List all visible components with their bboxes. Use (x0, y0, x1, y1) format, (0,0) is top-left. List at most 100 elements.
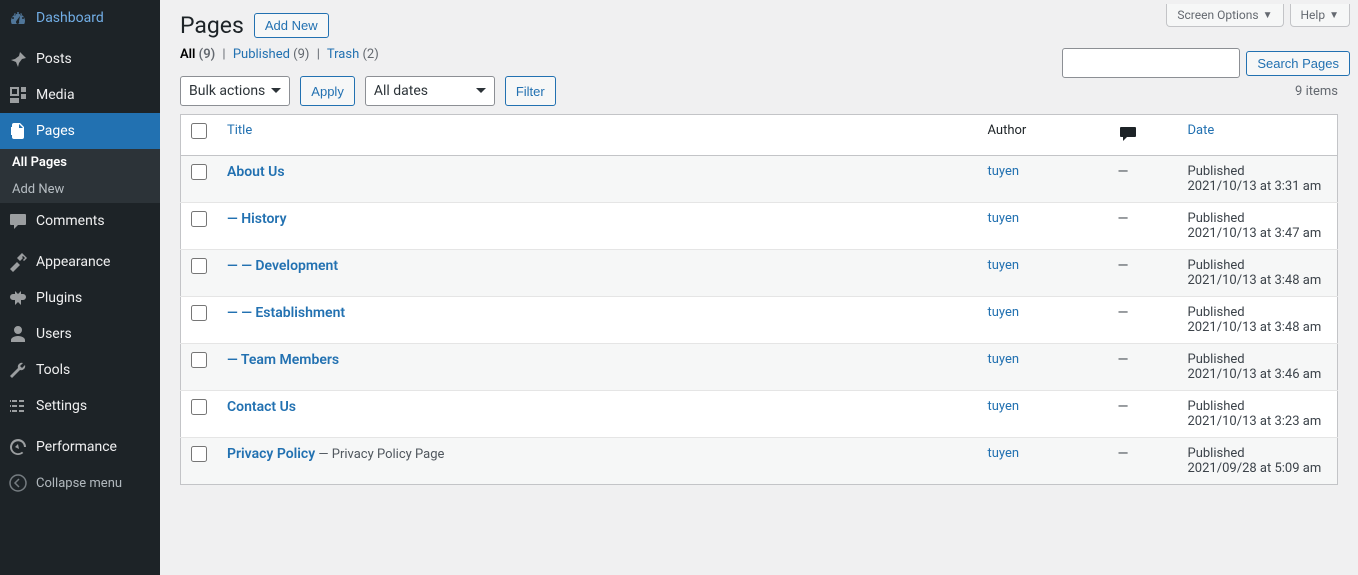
sidebar-item-dashboard[interactable]: Dashboard (0, 0, 160, 36)
comment-count: — (1108, 391, 1178, 438)
sidebar-label: Performance (36, 439, 117, 455)
author-link[interactable]: tuyen (988, 446, 1020, 461)
page-title-link[interactable]: — Team Members (227, 352, 339, 368)
row-checkbox[interactable] (191, 305, 207, 321)
sidebar-label: Pages (36, 123, 75, 139)
users-icon (8, 324, 28, 344)
screen-options-tab[interactable]: Screen Options▼ (1166, 4, 1283, 27)
filter-button[interactable]: Filter (505, 76, 556, 106)
row-checkbox[interactable] (191, 258, 207, 274)
pages-icon (8, 121, 28, 141)
comments-icon (8, 211, 28, 231)
sidebar-label: Appearance (36, 254, 110, 270)
author-link[interactable]: tuyen (988, 211, 1020, 226)
sidebar-label: Users (36, 326, 72, 342)
bulk-actions-select[interactable]: Bulk actions (180, 76, 290, 106)
comment-count: — (1108, 156, 1178, 203)
sidebar-label: Tools (36, 362, 70, 378)
select-all-header (181, 115, 218, 156)
dashboard-icon (8, 8, 28, 28)
sidebar-item-users[interactable]: Users (0, 316, 160, 352)
sidebar-item-performance[interactable]: Performance (0, 429, 160, 465)
author-link[interactable]: tuyen (988, 305, 1020, 320)
filter-published[interactable]: Published (9) (233, 47, 310, 62)
column-comments[interactable] (1108, 115, 1178, 156)
row-checkbox[interactable] (191, 164, 207, 180)
sidebar-item-posts[interactable]: Posts (0, 41, 160, 77)
sidebar-item-media[interactable]: Media (0, 77, 160, 113)
sidebar-label: Dashboard (36, 10, 104, 26)
page-title-link[interactable]: Contact Us (227, 399, 296, 415)
page-title: Pages (180, 12, 244, 39)
page-title-link[interactable]: — History (227, 211, 287, 227)
comment-count: — (1108, 438, 1178, 485)
comment-count: — (1108, 344, 1178, 391)
tablenav-top: Bulk actions Apply All dates Filter 9 it… (160, 72, 1358, 114)
admin-sidebar: Dashboard Posts Media Pages All Pages Ad… (0, 0, 160, 575)
date-cell: Published2021/10/13 at 3:23 am (1178, 391, 1338, 438)
row-checkbox[interactable] (191, 352, 207, 368)
sidebar-item-comments[interactable]: Comments (0, 203, 160, 239)
row-checkbox[interactable] (191, 211, 207, 227)
filter-all[interactable]: All (9) (180, 47, 215, 62)
date-cell: Published2021/09/28 at 5:09 am (1178, 438, 1338, 485)
table-row: — Team Members tuyen — Published2021/10/… (181, 344, 1338, 391)
search-area: Search Pages (1062, 48, 1350, 78)
sidebar-item-settings[interactable]: Settings (0, 388, 160, 424)
sidebar-label: Posts (36, 51, 72, 67)
author-link[interactable]: tuyen (988, 399, 1020, 414)
date-cell: Published2021/10/13 at 3:48 am (1178, 297, 1338, 344)
author-link[interactable]: tuyen (988, 352, 1020, 367)
table-row: — — Development tuyen — Published2021/10… (181, 250, 1338, 297)
author-link[interactable]: tuyen (988, 258, 1020, 273)
all-dates-select[interactable]: All dates (365, 76, 495, 106)
plugins-icon (8, 288, 28, 308)
select-all-checkbox[interactable] (191, 123, 207, 139)
performance-icon (8, 437, 28, 457)
collapse-label: Collapse menu (36, 476, 122, 491)
page-title-link[interactable]: — — Development (227, 258, 338, 274)
help-tab[interactable]: Help▼ (1290, 4, 1351, 27)
sidebar-item-plugins[interactable]: Plugins (0, 280, 160, 316)
comment-count: — (1108, 297, 1178, 344)
submenu-add-new[interactable]: Add New (0, 176, 160, 203)
submenu-all-pages[interactable]: All Pages (0, 149, 160, 176)
settings-icon (8, 396, 28, 416)
sidebar-item-appearance[interactable]: Appearance (0, 244, 160, 280)
row-checkbox[interactable] (191, 399, 207, 415)
media-icon (8, 85, 28, 105)
appearance-icon (8, 252, 28, 272)
author-link[interactable]: tuyen (988, 164, 1020, 179)
table-row: Privacy Policy — Privacy Policy Page tuy… (181, 438, 1338, 485)
page-title-link[interactable]: Privacy Policy (227, 446, 315, 462)
search-input[interactable] (1062, 48, 1240, 78)
page-title-suffix: — Privacy Policy Page (315, 447, 444, 462)
date-cell: Published2021/10/13 at 3:46 am (1178, 344, 1338, 391)
pin-icon (8, 49, 28, 69)
sidebar-label: Comments (36, 213, 105, 229)
comments-icon (1118, 123, 1138, 143)
column-title[interactable]: Title (217, 115, 978, 156)
sidebar-item-tools[interactable]: Tools (0, 352, 160, 388)
date-cell: Published2021/10/13 at 3:47 am (1178, 203, 1338, 250)
page-title-link[interactable]: — — Establishment (227, 305, 345, 321)
apply-button[interactable]: Apply (300, 76, 355, 106)
comment-count: — (1108, 203, 1178, 250)
top-tabs: Screen Options▼ Help▼ (1166, 4, 1350, 27)
column-date[interactable]: Date (1178, 115, 1338, 156)
filter-trash[interactable]: Trash (2) (327, 47, 379, 62)
tools-icon (8, 360, 28, 380)
row-checkbox[interactable] (191, 446, 207, 462)
table-row: About Us tuyen — Published2021/10/13 at … (181, 156, 1338, 203)
comment-count: — (1108, 250, 1178, 297)
date-cell: Published2021/10/13 at 3:31 am (1178, 156, 1338, 203)
sidebar-label: Media (36, 87, 75, 103)
sidebar-label: Plugins (36, 290, 82, 306)
chevron-down-icon: ▼ (1329, 10, 1339, 21)
collapse-icon (8, 473, 28, 493)
page-title-link[interactable]: About Us (227, 164, 285, 180)
collapse-menu[interactable]: Collapse menu (0, 465, 160, 501)
sidebar-item-pages[interactable]: Pages (0, 113, 160, 149)
search-pages-button[interactable]: Search Pages (1246, 51, 1350, 76)
add-new-button[interactable]: Add New (254, 13, 329, 38)
